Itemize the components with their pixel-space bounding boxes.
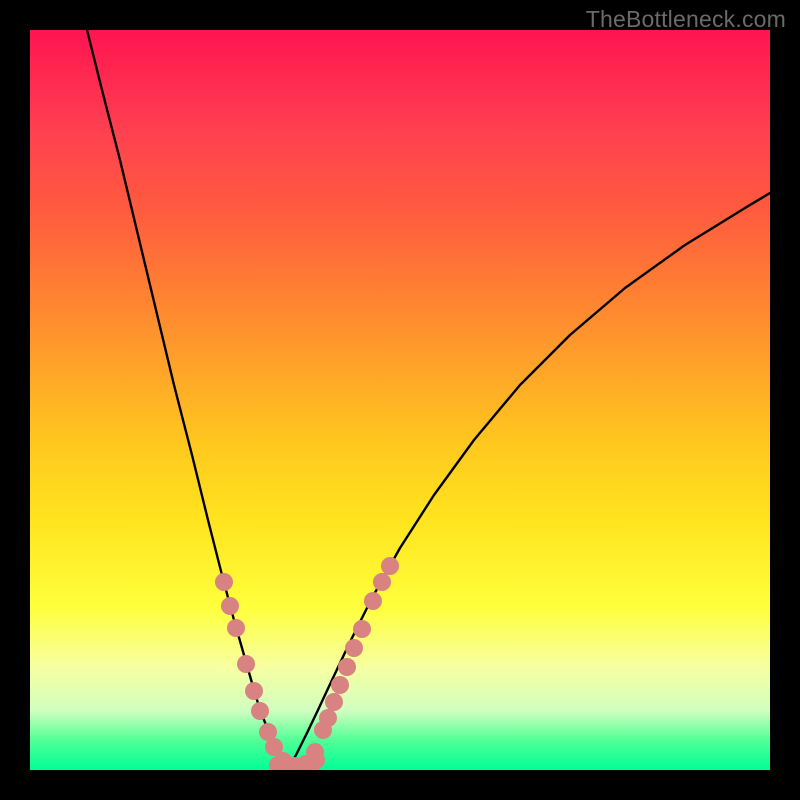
markers-right-dot-4 — [325, 693, 343, 711]
markers-right-dot-10 — [373, 573, 391, 591]
markers-right-branch — [297, 557, 399, 770]
markers-right-dot-6 — [338, 658, 356, 676]
watermark-text: TheBottleneck.com — [586, 6, 786, 33]
bottleneck-curve-chart — [30, 30, 770, 770]
markers-left-branch — [215, 573, 303, 770]
markers-right-dot-11 — [381, 557, 399, 575]
markers-left-dot-5 — [251, 702, 269, 720]
markers-left-dot-0 — [215, 573, 233, 591]
markers-right-dot-7 — [345, 639, 363, 657]
markers-right-dot-9 — [364, 592, 382, 610]
markers-right-dot-1 — [306, 743, 324, 761]
markers-left-dot-4 — [245, 682, 263, 700]
markers-left-dot-1 — [221, 597, 239, 615]
markers-left-dot-3 — [237, 655, 255, 673]
markers-left-dot-2 — [227, 619, 245, 637]
markers-right-dot-3 — [319, 709, 337, 727]
curve-left-branch — [87, 30, 288, 768]
markers-right-dot-5 — [331, 676, 349, 694]
markers-right-dot-8 — [353, 620, 371, 638]
curve-group — [87, 30, 770, 768]
curve-right-branch — [288, 193, 770, 768]
